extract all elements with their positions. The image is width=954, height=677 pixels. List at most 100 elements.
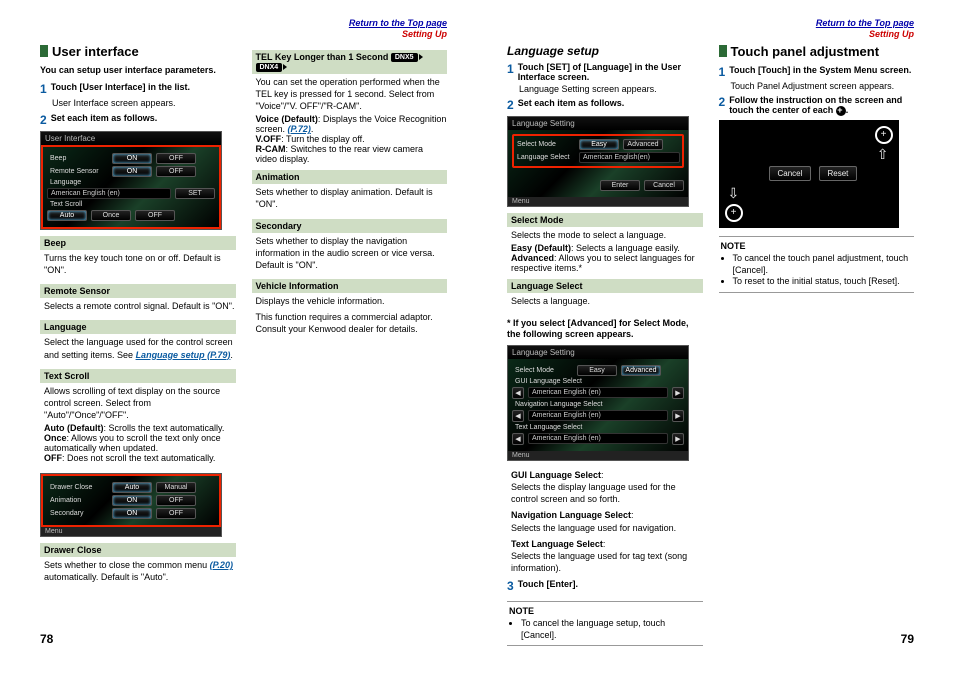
screenshot-body: Beep ON OFF Remote Sensor ON OFF Languag… xyxy=(41,145,221,229)
item-select-mode: Select Mode xyxy=(507,213,703,227)
item-beep: Beep xyxy=(40,236,236,250)
vi-desc2: This function requires a commercial adap… xyxy=(252,309,448,337)
item-language-desc: Select the language used for the control… xyxy=(40,334,236,362)
heading-user-interface: User interface xyxy=(40,44,236,59)
step-number: 1 xyxy=(40,82,47,96)
arrow-down-icon: ⇩ xyxy=(728,185,740,202)
item-text-scroll-desc: Allows scrolling of text display on the … xyxy=(40,383,236,423)
step-text: Touch [User Interface] in the list. xyxy=(51,82,190,96)
language-setup-link[interactable]: Language setup (P.79) xyxy=(136,350,231,360)
prev-icon: ◀ xyxy=(512,387,524,399)
step-text: Touch [Touch] in the System Menu screen. xyxy=(729,65,911,79)
item-beep-desc: Turns the key touch tone on or off. Defa… xyxy=(40,250,236,278)
step-text: Set each item as follows. xyxy=(518,98,625,112)
prev-icon: ◀ xyxy=(512,410,524,422)
sec-desc: Sets whether to display the navigation i… xyxy=(252,233,448,273)
step-number: 1 xyxy=(507,62,514,82)
note-item: To reset to the initial status, touch [R… xyxy=(733,276,913,288)
row-label: GUI Language Select xyxy=(512,378,582,385)
tel-voff-def: V.OFF: Turn the display off. xyxy=(252,134,448,144)
row-label: Beep xyxy=(47,155,108,162)
touch-step2: 2 Follow the instruction on the screen a… xyxy=(719,95,915,116)
tel-voice-def: Voice (Default): Displays the Voice Reco… xyxy=(252,114,448,134)
mode-easy-def: Easy (Default): Selects a language easil… xyxy=(507,243,703,253)
screenshot-body: Drawer Close Auto Manual Animation ON OF… xyxy=(41,474,221,527)
col-touch: Touch panel adjustment 1 Touch [Touch] i… xyxy=(719,44,915,647)
step-text: Set each item as follows. xyxy=(51,113,158,127)
p72-link[interactable]: (P.72) xyxy=(288,124,311,134)
return-link[interactable]: Return to the Top page xyxy=(816,18,914,28)
lang-set-button: SET xyxy=(175,188,215,199)
highlight-area: Select Mode Easy Advanced Language Selec… xyxy=(512,134,684,168)
step-number: 2 xyxy=(719,95,726,116)
step-text: Follow the instruction on the screen and… xyxy=(729,95,914,116)
page-left: Return to the Top page Setting Up User i… xyxy=(0,0,477,662)
touch-step1-desc: Touch Panel Adjustment screen appears. xyxy=(731,81,915,93)
touch-step1: 1 Touch [Touch] in the System Menu scree… xyxy=(719,65,915,79)
item-remote-desc: Selects a remote control signal. Default… xyxy=(40,298,236,314)
note-item: To cancel the language setup, touch [Can… xyxy=(521,618,701,641)
row-label: Text Scroll xyxy=(47,201,108,208)
sec-off-button: OFF xyxy=(156,508,196,519)
anim-on-button: ON xyxy=(112,495,152,506)
text-lang-block: Text Language Select:Selects the languag… xyxy=(507,536,703,576)
text-auto-def: Auto (Default): Scrolls the text automat… xyxy=(40,423,236,433)
right-columns: Language setup 1 Touch [SET] of [Languag… xyxy=(507,44,914,647)
item-language: Language xyxy=(40,320,236,334)
dnx5-badge: DNX5 xyxy=(391,53,418,62)
text-auto-button: Auto xyxy=(47,210,87,221)
sec-on-button: ON xyxy=(112,508,152,519)
screenshot-body: Select Mode Easy Advanced GUI Language S… xyxy=(508,359,688,451)
lang-value: American English(en) xyxy=(579,152,680,163)
screenshot-user-interface-2: Drawer Close Auto Manual Animation ON OF… xyxy=(40,473,222,537)
nav-lang-value: American English (en) xyxy=(528,410,668,421)
step-number: 3 xyxy=(507,579,514,593)
heading-language-setup: Language setup xyxy=(507,44,703,58)
target-icon xyxy=(836,106,846,116)
menu-label: Menu xyxy=(508,197,688,206)
text-off-button: OFF xyxy=(135,210,175,221)
beep-off-button: OFF xyxy=(156,153,196,164)
item-remote: Remote Sensor xyxy=(40,284,236,298)
col-ui-right: TEL Key Longer than 1 Second DNX5 DNX4 Y… xyxy=(252,44,448,586)
return-link[interactable]: Return to the Top page xyxy=(349,18,447,28)
header-links: Return to the Top page Setting Up xyxy=(40,18,447,40)
screenshot-language-setting: Language Setting Select Mode Easy Advanc… xyxy=(507,116,689,207)
step-number: 1 xyxy=(719,65,726,79)
item-drawer-desc: Sets whether to close the common menu (P… xyxy=(40,557,236,585)
screenshot-title: Language Setting xyxy=(508,117,688,130)
row-label: Animation xyxy=(47,497,108,504)
note-item: To cancel the touch panel adjustment, to… xyxy=(733,253,913,276)
dnx4-badge: DNX4 xyxy=(256,63,283,72)
text-off-def: OFF: Does not scroll the text automatica… xyxy=(40,453,236,463)
item-vehicle-info: Vehicle Information xyxy=(252,279,448,293)
menu-label: Menu xyxy=(508,451,688,460)
step-number: 2 xyxy=(40,113,47,127)
text-once-def: Once: Allows you to scroll the text only… xyxy=(40,433,236,453)
p20-link[interactable]: (P.20) xyxy=(210,560,233,570)
screenshot-body: Select Mode Easy Advanced Language Selec… xyxy=(508,130,688,197)
item-secondary: Secondary xyxy=(252,219,448,233)
drawer-auto-button: Auto xyxy=(112,482,152,493)
col-ui-left: User interface You can setup user interf… xyxy=(40,44,236,586)
mode-easy-button: Easy xyxy=(579,139,619,150)
screenshot-title: Language Setting xyxy=(508,346,688,359)
note-title: NOTE xyxy=(721,241,913,251)
step-text: Touch [SET] of [Language] in the User In… xyxy=(518,62,703,82)
text-lang-value: American English (en) xyxy=(528,433,668,444)
mode-desc: Selects the mode to select a language. xyxy=(507,227,703,243)
step-text: Touch [Enter]. xyxy=(518,579,578,593)
mode-advanced-button: Advanced xyxy=(623,139,663,150)
row-label: Select Mode xyxy=(514,141,575,148)
lang-step1-desc: Language Setting screen appears. xyxy=(519,84,703,96)
arrow-up-icon: ⇧ xyxy=(877,146,889,163)
left-columns: User interface You can setup user interf… xyxy=(40,44,447,586)
target-bottom-left-icon xyxy=(725,204,743,222)
page-right: Return to the Top page Setting Up Langua… xyxy=(477,0,954,662)
cancel-button: Cancel xyxy=(644,180,684,191)
page-number-right: 79 xyxy=(901,632,914,646)
lang-value: American English (en) xyxy=(47,188,171,199)
next-icon: ▶ xyxy=(672,387,684,399)
gui-lang-value: American English (en) xyxy=(528,387,668,398)
anim-off-button: OFF xyxy=(156,495,196,506)
